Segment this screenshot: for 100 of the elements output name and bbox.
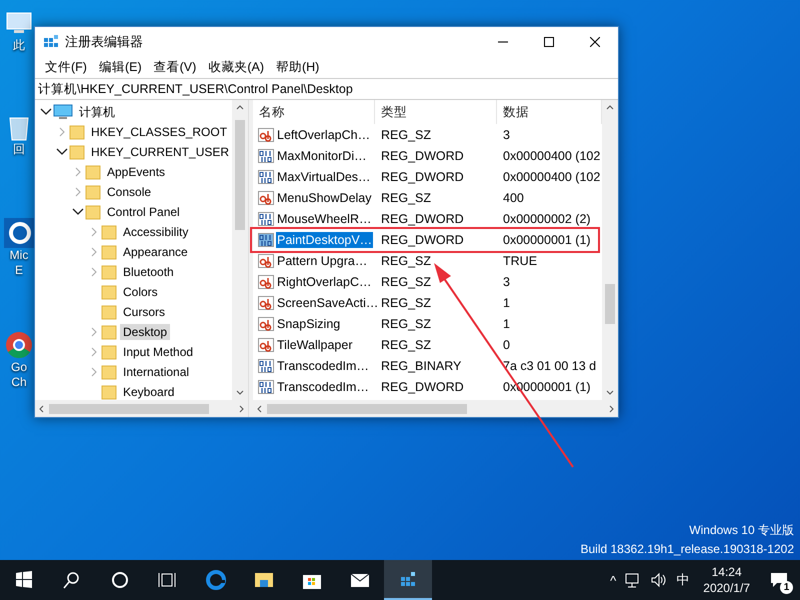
folder-icon <box>101 224 117 240</box>
column-header[interactable]: 类型 <box>375 100 497 124</box>
menu-item[interactable]: 文件(F) <box>39 59 93 76</box>
menu-item[interactable]: 编辑(E) <box>92 59 148 76</box>
binary-value-icon <box>258 358 274 374</box>
tree-item[interactable]: Console <box>104 184 154 200</box>
value-name[interactable]: TranscodedIm… <box>276 378 370 394</box>
value-data: 0x00000400 (102 <box>502 148 602 162</box>
clock-time[interactable]: 14:24 <box>712 564 742 580</box>
desktop-icon[interactable] <box>4 218 34 248</box>
horizontal-scrollbar[interactable] <box>35 400 248 417</box>
tree-item[interactable]: Input Method <box>120 344 196 360</box>
desktop-icon-label: Go Ch <box>10 360 27 390</box>
horizontal-scrollbar[interactable] <box>253 400 618 417</box>
tree-item[interactable]: Accessibility <box>120 224 192 240</box>
tree-item[interactable]: International <box>120 364 192 380</box>
scrollbar-thumb[interactable] <box>49 404 209 414</box>
start-icon <box>14 570 34 590</box>
value-type: REG_DWORD <box>380 170 465 184</box>
computer-icon <box>53 104 73 120</box>
desktop-icon-label: 回 <box>13 142 25 157</box>
maximize-icon <box>544 37 554 47</box>
tree-item[interactable]: Control Panel <box>104 204 183 220</box>
value-data: TRUE <box>502 254 538 268</box>
vertical-scrollbar[interactable] <box>602 100 618 400</box>
scrollbar-thumb[interactable] <box>605 284 615 324</box>
string-value-icon <box>258 336 274 352</box>
value-data: 0x00000001 (1) <box>502 232 592 246</box>
folder-icon <box>101 364 117 380</box>
show-hidden-icons-button[interactable]: ^ <box>610 572 616 588</box>
close-icon <box>590 37 600 47</box>
menu-item[interactable]: 收藏夹(A) <box>202 59 270 76</box>
tree-item[interactable]: AppEvents <box>104 164 168 180</box>
value-type: REG_SZ <box>380 254 432 268</box>
tree-item[interactable]: 计算机 <box>76 102 118 122</box>
edge-browser-icon <box>206 570 226 590</box>
value-type: REG_DWORD <box>380 212 465 226</box>
tree-item[interactable]: HKEY_CURRENT_USER <box>88 144 232 160</box>
menu-item[interactable]: 查看(V) <box>148 59 202 76</box>
value-type: REG_DWORD <box>380 232 465 246</box>
value-name[interactable]: RightOverlapC… <box>276 274 372 290</box>
value-name[interactable]: PaintDesktopV… <box>276 232 374 248</box>
tree-item[interactable]: HKEY_CLASSES_ROOT <box>88 124 230 140</box>
value-data: 0 <box>502 338 511 352</box>
value-name[interactable]: TileWallpaper <box>276 336 354 352</box>
vertical-scrollbar[interactable] <box>232 100 248 400</box>
tree-item[interactable]: Colors <box>120 284 161 300</box>
value-name[interactable]: MaxMonitorDi… <box>276 148 368 164</box>
binary-value-icon <box>258 232 274 248</box>
value-name[interactable]: Pattern Upgra… <box>276 252 368 268</box>
value-type: REG_DWORD <box>380 148 465 162</box>
folder-icon <box>85 204 101 220</box>
window-title: 注册表编辑器 <box>65 33 144 51</box>
value-data: 1 <box>502 296 511 310</box>
folder-icon <box>101 244 117 260</box>
folder-icon <box>69 124 85 140</box>
string-value-icon <box>258 126 274 142</box>
value-type: REG_SZ <box>380 274 432 288</box>
value-name[interactable]: LeftOverlapCh… <box>276 126 372 142</box>
tree-item[interactable]: Desktop <box>120 324 170 340</box>
clock-date[interactable]: 2020/1/7 <box>703 580 750 596</box>
tree-item[interactable]: Appearance <box>120 244 191 260</box>
system-info-text: Windows 10 专业版 <box>689 522 794 539</box>
registry-icon <box>43 34 59 50</box>
menu-item[interactable]: 帮助(H) <box>270 59 326 76</box>
value-name[interactable]: ScreenSaveActi… <box>276 294 380 310</box>
string-value-icon <box>258 252 274 268</box>
folder-icon <box>101 284 117 300</box>
value-name[interactable]: MaxVirtualDes… <box>276 168 372 184</box>
column-header[interactable]: 名称 <box>253 100 375 124</box>
speaker-icon[interactable] <box>650 571 668 589</box>
task-view-icon <box>158 570 178 590</box>
binary-value-icon <box>258 210 274 226</box>
value-type: REG_SZ <box>380 296 432 310</box>
value-type: REG_DWORD <box>380 380 465 394</box>
tree-item[interactable]: Cursors <box>120 304 168 320</box>
value-data: 3 <box>502 274 511 288</box>
folder-icon <box>85 184 101 200</box>
string-value-icon <box>258 274 274 290</box>
value-name[interactable]: MenuShowDelay <box>276 190 372 206</box>
value-name[interactable]: TranscodedIm… <box>276 358 370 374</box>
action-center-button[interactable]: 1 <box>764 565 794 595</box>
tree-item[interactable]: Keyboard <box>120 384 178 400</box>
tree-item[interactable]: Bluetooth <box>120 264 177 280</box>
value-type: REG_SZ <box>380 190 432 204</box>
value-data: 1 <box>502 316 511 330</box>
binary-value-icon <box>258 378 274 394</box>
circle-icon <box>110 570 130 590</box>
value-data: 0x00000400 (102 <box>502 170 602 184</box>
message-icon <box>770 572 788 588</box>
input-method-indicator[interactable]: 中 <box>676 571 690 589</box>
folder-icon <box>101 384 117 400</box>
notification-count: 1 <box>780 581 793 594</box>
scrollbar-thumb[interactable] <box>267 404 467 414</box>
address-bar[interactable]: 计算机\HKEY_CURRENT_USER\Control Panel\Desktop <box>35 78 618 100</box>
system-info-text: Build 18362.19h1_release.190318-1202 <box>580 542 794 556</box>
scrollbar-thumb[interactable] <box>235 120 245 230</box>
value-name[interactable]: SnapSizing <box>276 316 342 332</box>
desktop-icon[interactable] <box>4 330 34 360</box>
value-name[interactable]: MouseWheelR… <box>276 210 372 226</box>
